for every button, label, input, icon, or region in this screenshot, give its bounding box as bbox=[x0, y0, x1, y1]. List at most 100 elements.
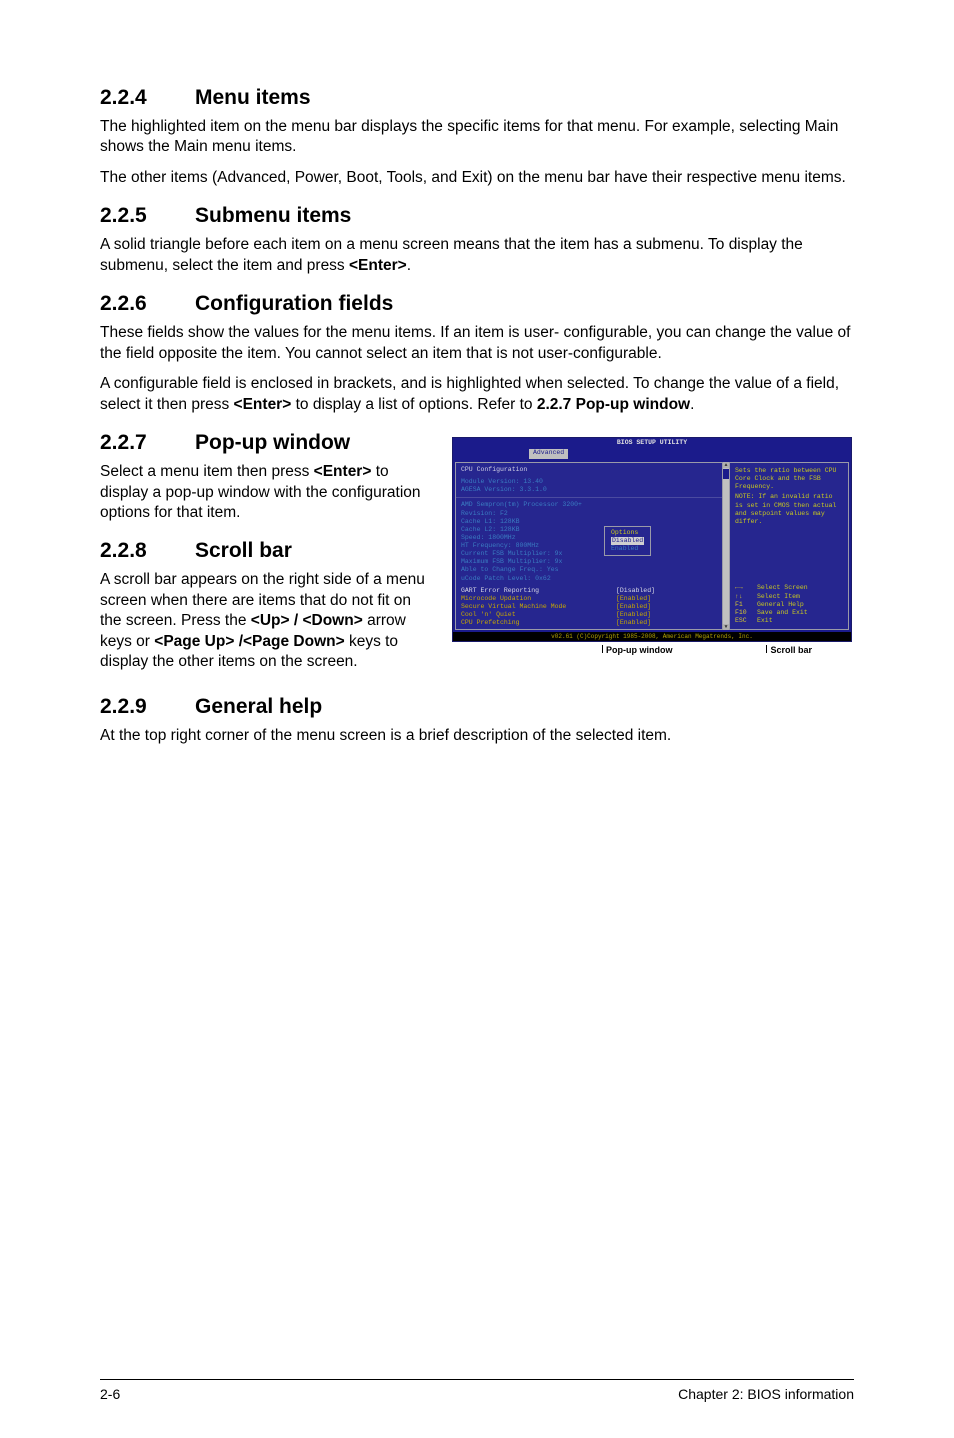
heading-num: 2.2.8 bbox=[100, 539, 195, 563]
caption-popup: Pop-up window bbox=[602, 645, 673, 656]
bios-info: Cache L2: 128KB bbox=[461, 526, 717, 534]
bios-option-key: Secure Virtual Machine Mode bbox=[461, 603, 616, 611]
text-run: A solid triangle before each item on a m… bbox=[100, 236, 803, 273]
bios-info: Able to Change Freq.: Yes bbox=[461, 566, 717, 574]
bios-figure: BIOS SETUP UTILITY Advanced CPU Configur… bbox=[452, 437, 852, 656]
section-general-help: 2.2.9 General help At the top right corn… bbox=[100, 695, 854, 746]
bios-option-key: GART Error Reporting bbox=[461, 587, 616, 595]
heading-228: 2.2.8 Scroll bar bbox=[100, 539, 434, 563]
esc-key-icon: ESC bbox=[735, 617, 757, 625]
body-text: The highlighted item on the menu bar dis… bbox=[100, 117, 854, 158]
bios-info: AMD Sempron(tm) Processor 3200+ bbox=[461, 501, 717, 509]
key-label: <Enter> bbox=[314, 463, 372, 480]
heading-title: Submenu items bbox=[195, 204, 351, 228]
bios-help-text: NOTE: If an invalid ratio is set in CMOS… bbox=[735, 493, 843, 526]
arrow-lr-icon: ←→ bbox=[735, 584, 757, 592]
text-run: . bbox=[407, 257, 411, 274]
bios-help-panel: Sets the ratio between CPU Core Clock an… bbox=[729, 462, 849, 630]
heading-title: Configuration fields bbox=[195, 292, 393, 316]
body-text: The other items (Advanced, Power, Boot, … bbox=[100, 168, 854, 188]
text-run: Select a menu item then press bbox=[100, 463, 314, 480]
bios-info: Maximum FSB Multiplier: 9x bbox=[461, 558, 717, 566]
bios-option-key: Cool 'n' Quiet bbox=[461, 611, 616, 619]
heading-title: Menu items bbox=[195, 86, 311, 110]
f10-key-icon: F10 bbox=[735, 609, 757, 617]
heading-229: 2.2.9 General help bbox=[100, 695, 854, 719]
bios-option-val: [Enabled] bbox=[616, 611, 651, 619]
arrow-ud-icon: ↑↓ bbox=[735, 593, 757, 601]
bios-option: Cool 'n' Quiet [Enabled] bbox=[461, 611, 717, 619]
bios-info: Module Version: 13.40 bbox=[461, 478, 717, 486]
bios-tab-bar: Advanced bbox=[453, 449, 851, 460]
caption-scroll: Scroll bar bbox=[766, 645, 812, 656]
heading-num: 2.2.7 bbox=[100, 431, 195, 455]
section-scroll-bar: 2.2.8 Scroll bar A scroll bar appears on… bbox=[100, 539, 434, 672]
heading-title: General help bbox=[195, 695, 322, 719]
bios-help-text: Sets the ratio between CPU Core Clock an… bbox=[735, 467, 843, 491]
section-config-fields: 2.2.6 Configuration fields These fields … bbox=[100, 292, 854, 415]
key-desc: General Help bbox=[757, 601, 804, 608]
bios-key-legend: ←→Select Screen ↑↓Select Item F1General … bbox=[735, 584, 843, 625]
bios-option-selected: GART Error Reporting [Disabled] bbox=[461, 587, 717, 595]
heading-226: 2.2.6 Configuration fields bbox=[100, 292, 854, 316]
heading-224: 2.2.4 Menu items bbox=[100, 86, 854, 110]
heading-title: Scroll bar bbox=[195, 539, 292, 563]
chapter-label: Chapter 2: BIOS information bbox=[678, 1386, 854, 1402]
key-label: <Up> / <Down> bbox=[251, 612, 363, 629]
caption-text: Scroll bar bbox=[770, 645, 812, 655]
section-popup-window: 2.2.7 Pop-up window Select a menu item t… bbox=[100, 431, 434, 523]
caption-text: Pop-up window bbox=[606, 645, 673, 655]
body-text: Select a menu item then press <Enter> to… bbox=[100, 462, 434, 523]
bios-option: CPU Prefetching [Enabled] bbox=[461, 619, 717, 627]
body-text: At the top right corner of the menu scre… bbox=[100, 726, 854, 746]
bios-popup-item: Enabled bbox=[611, 545, 644, 553]
key-label: <Enter> bbox=[234, 396, 292, 413]
bios-option: Microcode Updation [Enabled] bbox=[461, 595, 717, 603]
key-desc: Exit bbox=[757, 617, 773, 624]
bios-option-val: [Enabled] bbox=[616, 619, 651, 627]
bios-main-panel: CPU Configuration Module Version: 13.40 … bbox=[455, 462, 723, 630]
body-text: A configurable field is enclosed in brac… bbox=[100, 374, 854, 415]
f1-key-icon: F1 bbox=[735, 601, 757, 609]
bios-info: Speed: 1800MHz bbox=[461, 534, 717, 542]
body-text: These fields show the values for the men… bbox=[100, 323, 854, 364]
bios-option-key: Microcode Updation bbox=[461, 595, 616, 603]
heading-num: 2.2.4 bbox=[100, 86, 195, 110]
bios-popup-header: Options bbox=[611, 529, 644, 537]
bios-popup-selected: Disabled bbox=[611, 537, 644, 545]
heading-num: 2.2.6 bbox=[100, 292, 195, 316]
section-submenu-items: 2.2.5 Submenu items A solid triangle bef… bbox=[100, 204, 854, 276]
section-ref: 2.2.7 Pop-up window bbox=[537, 396, 690, 413]
page-number: 2-6 bbox=[100, 1386, 120, 1402]
bios-option: Secure Virtual Machine Mode [Enabled] bbox=[461, 603, 717, 611]
bios-popup: Options Disabled Enabled bbox=[604, 526, 651, 556]
footer-rule bbox=[100, 1379, 854, 1380]
body-text: A scroll bar appears on the right side o… bbox=[100, 570, 434, 672]
heading-title: Pop-up window bbox=[195, 431, 350, 455]
bios-info: Revision: F2 bbox=[461, 510, 717, 518]
key-label: <Enter> bbox=[349, 257, 407, 274]
bios-info: uCode Patch Level: 0x62 bbox=[461, 575, 717, 583]
bios-footer: v02.61 (C)Copyright 1985-2008, American … bbox=[453, 632, 851, 641]
key-desc: Select Screen bbox=[757, 584, 808, 591]
bios-option-val: [Enabled] bbox=[616, 603, 651, 611]
bios-panel-header: CPU Configuration bbox=[461, 466, 717, 474]
text-run: . bbox=[690, 396, 694, 413]
key-label: <Page Up> /<Page Down> bbox=[154, 633, 344, 650]
heading-227: 2.2.7 Pop-up window bbox=[100, 431, 434, 455]
bios-tab-advanced: Advanced bbox=[529, 449, 568, 459]
body-text: A solid triangle before each item on a m… bbox=[100, 235, 854, 276]
section-menu-items: 2.2.4 Menu items The highlighted item on… bbox=[100, 86, 854, 188]
heading-225: 2.2.5 Submenu items bbox=[100, 204, 854, 228]
divider bbox=[456, 497, 722, 498]
key-desc: Select Item bbox=[757, 593, 800, 600]
page-footer: 2-6 Chapter 2: BIOS information bbox=[100, 1386, 854, 1402]
bios-info: Current FSB Multiplier: 9x bbox=[461, 550, 717, 558]
heading-num: 2.2.5 bbox=[100, 204, 195, 228]
bios-option-key: CPU Prefetching bbox=[461, 619, 616, 627]
bios-info: AGESA Version: 3.3.1.0 bbox=[461, 486, 717, 494]
bios-info: Cache L1: 128KB bbox=[461, 518, 717, 526]
bios-option-val: [Disabled] bbox=[616, 587, 655, 595]
heading-num: 2.2.9 bbox=[100, 695, 195, 719]
bios-option-val: [Enabled] bbox=[616, 595, 651, 603]
